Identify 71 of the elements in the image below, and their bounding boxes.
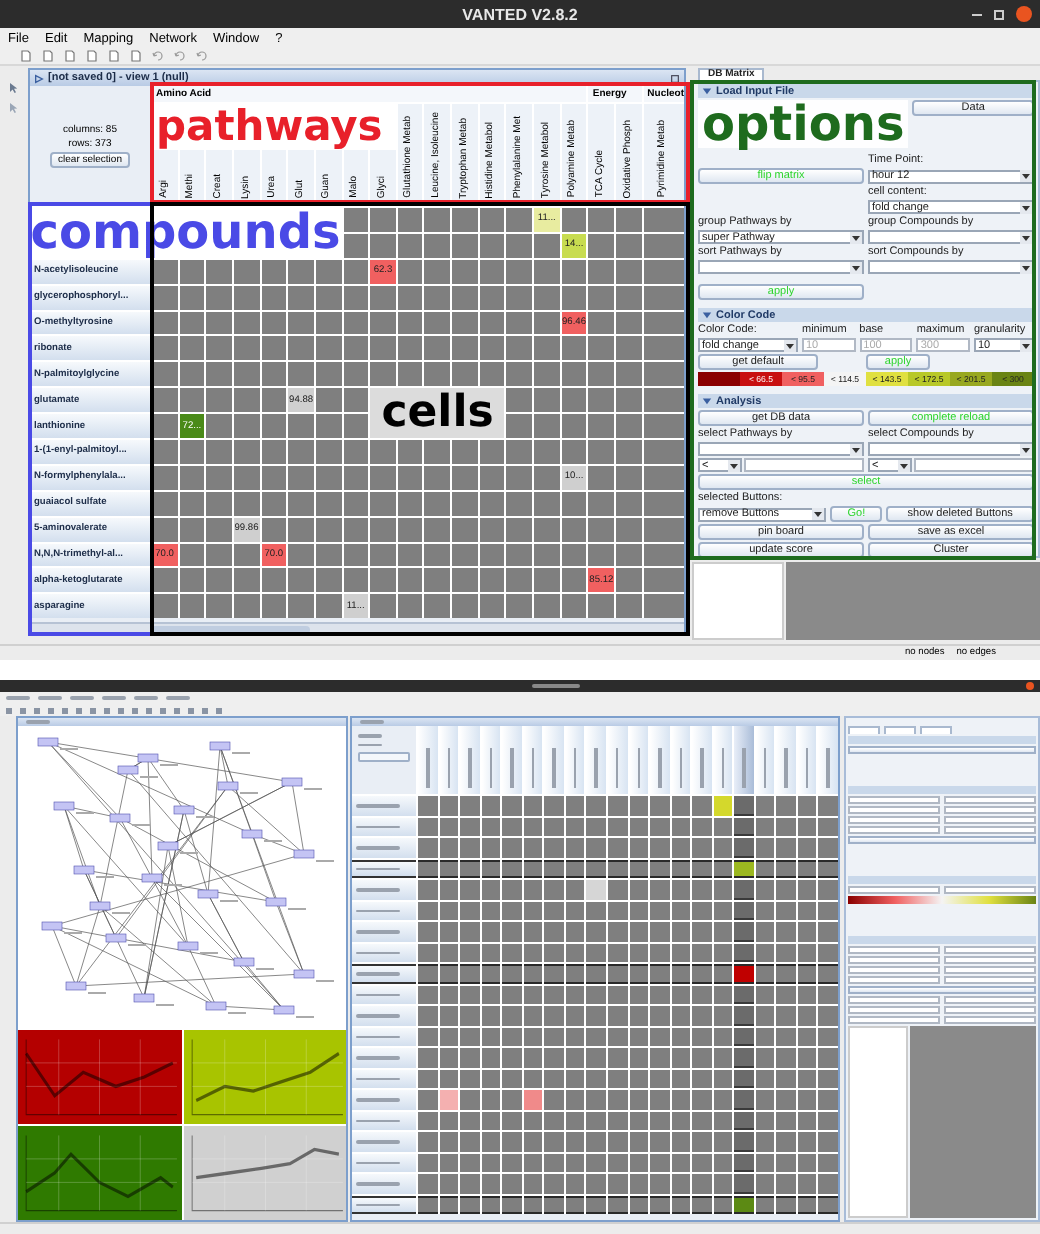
square-icon[interactable] <box>216 707 222 713</box>
row-header[interactable] <box>352 964 416 983</box>
column-header[interactable] <box>734 726 754 794</box>
column-header[interactable] <box>481 726 501 794</box>
dropdown-arrow-icon[interactable] <box>1020 231 1032 243</box>
arrow-icon[interactable] <box>196 50 208 62</box>
square-icon[interactable] <box>90 707 96 713</box>
arrow-icon[interactable] <box>152 50 164 62</box>
row-header[interactable] <box>352 859 416 878</box>
column-header[interactable] <box>418 726 438 794</box>
column-header[interactable] <box>650 726 670 794</box>
annotation-label: cells <box>370 388 505 439</box>
column-header[interactable] <box>565 726 585 794</box>
column-header[interactable] <box>692 726 712 794</box>
row-header[interactable] <box>352 1195 416 1214</box>
dropdown-arrow-icon[interactable] <box>898 459 910 471</box>
square-icon[interactable] <box>76 707 82 713</box>
square-icon[interactable] <box>48 707 54 713</box>
dropdown-arrow-icon[interactable] <box>1019 339 1032 351</box>
dropdown-arrow-icon[interactable] <box>1020 443 1032 455</box>
dropdown-arrow-icon[interactable] <box>850 261 862 273</box>
maximize-icon[interactable] <box>994 9 1004 19</box>
dropdown-arrow-icon[interactable] <box>728 459 740 471</box>
arrow-icon[interactable] <box>174 50 186 62</box>
input-field[interactable] <box>914 458 1034 472</box>
square-icon[interactable] <box>6 707 12 713</box>
column-header[interactable] <box>460 726 480 794</box>
dropdown-arrow-icon[interactable] <box>850 231 862 243</box>
column-header[interactable] <box>671 726 691 794</box>
column-header[interactable] <box>502 726 522 794</box>
minimize-icon[interactable] <box>972 13 982 15</box>
square-icon[interactable] <box>188 707 194 713</box>
square-icon[interactable] <box>202 707 208 713</box>
column-header[interactable] <box>523 726 543 794</box>
square-icon[interactable] <box>146 707 152 713</box>
square-icon[interactable] <box>132 707 138 713</box>
column-header[interactable] <box>629 726 649 794</box>
dropdown-arrow-icon[interactable] <box>1020 170 1032 182</box>
column-header[interactable] <box>797 726 817 794</box>
square-icon[interactable] <box>20 707 26 713</box>
square-icon[interactable] <box>174 707 180 713</box>
collapse-icon[interactable] <box>702 310 712 320</box>
dropdown[interactable] <box>868 442 1034 456</box>
column-header[interactable] <box>755 726 775 794</box>
column-header[interactable] <box>713 726 733 794</box>
input-field[interactable] <box>744 458 864 472</box>
square-icon[interactable] <box>160 707 166 713</box>
dropdown-arrow-icon[interactable] <box>850 443 862 455</box>
collapse-icon[interactable] <box>702 86 712 96</box>
square-icon[interactable] <box>104 707 110 713</box>
dropdown[interactable] <box>868 260 1034 274</box>
dropdown-arrow-icon[interactable] <box>1020 261 1032 273</box>
dropdown[interactable] <box>868 230 1034 244</box>
dropdown-arrow-icon[interactable] <box>1020 201 1032 213</box>
column-header[interactable] <box>607 726 627 794</box>
column-header[interactable] <box>776 726 796 794</box>
dropdown-arrow-icon[interactable] <box>812 508 825 520</box>
column-header[interactable] <box>586 726 606 794</box>
close-icon[interactable] <box>1026 682 1034 690</box>
column-header[interactable] <box>818 726 838 794</box>
annotation-label: options <box>698 100 909 148</box>
window-title: VANTED V2.8.2 <box>462 5 578 23</box>
close-icon[interactable] <box>1016 6 1032 22</box>
collapse-icon[interactable] <box>702 396 712 406</box>
square-icon[interactable] <box>62 707 68 713</box>
restore-icon[interactable] <box>670 73 680 83</box>
dropdown-arrow-icon[interactable] <box>784 339 796 351</box>
square-icon[interactable] <box>118 707 124 713</box>
column-header[interactable] <box>439 726 459 794</box>
column-header[interactable] <box>544 726 564 794</box>
square-icon[interactable] <box>34 707 40 713</box>
